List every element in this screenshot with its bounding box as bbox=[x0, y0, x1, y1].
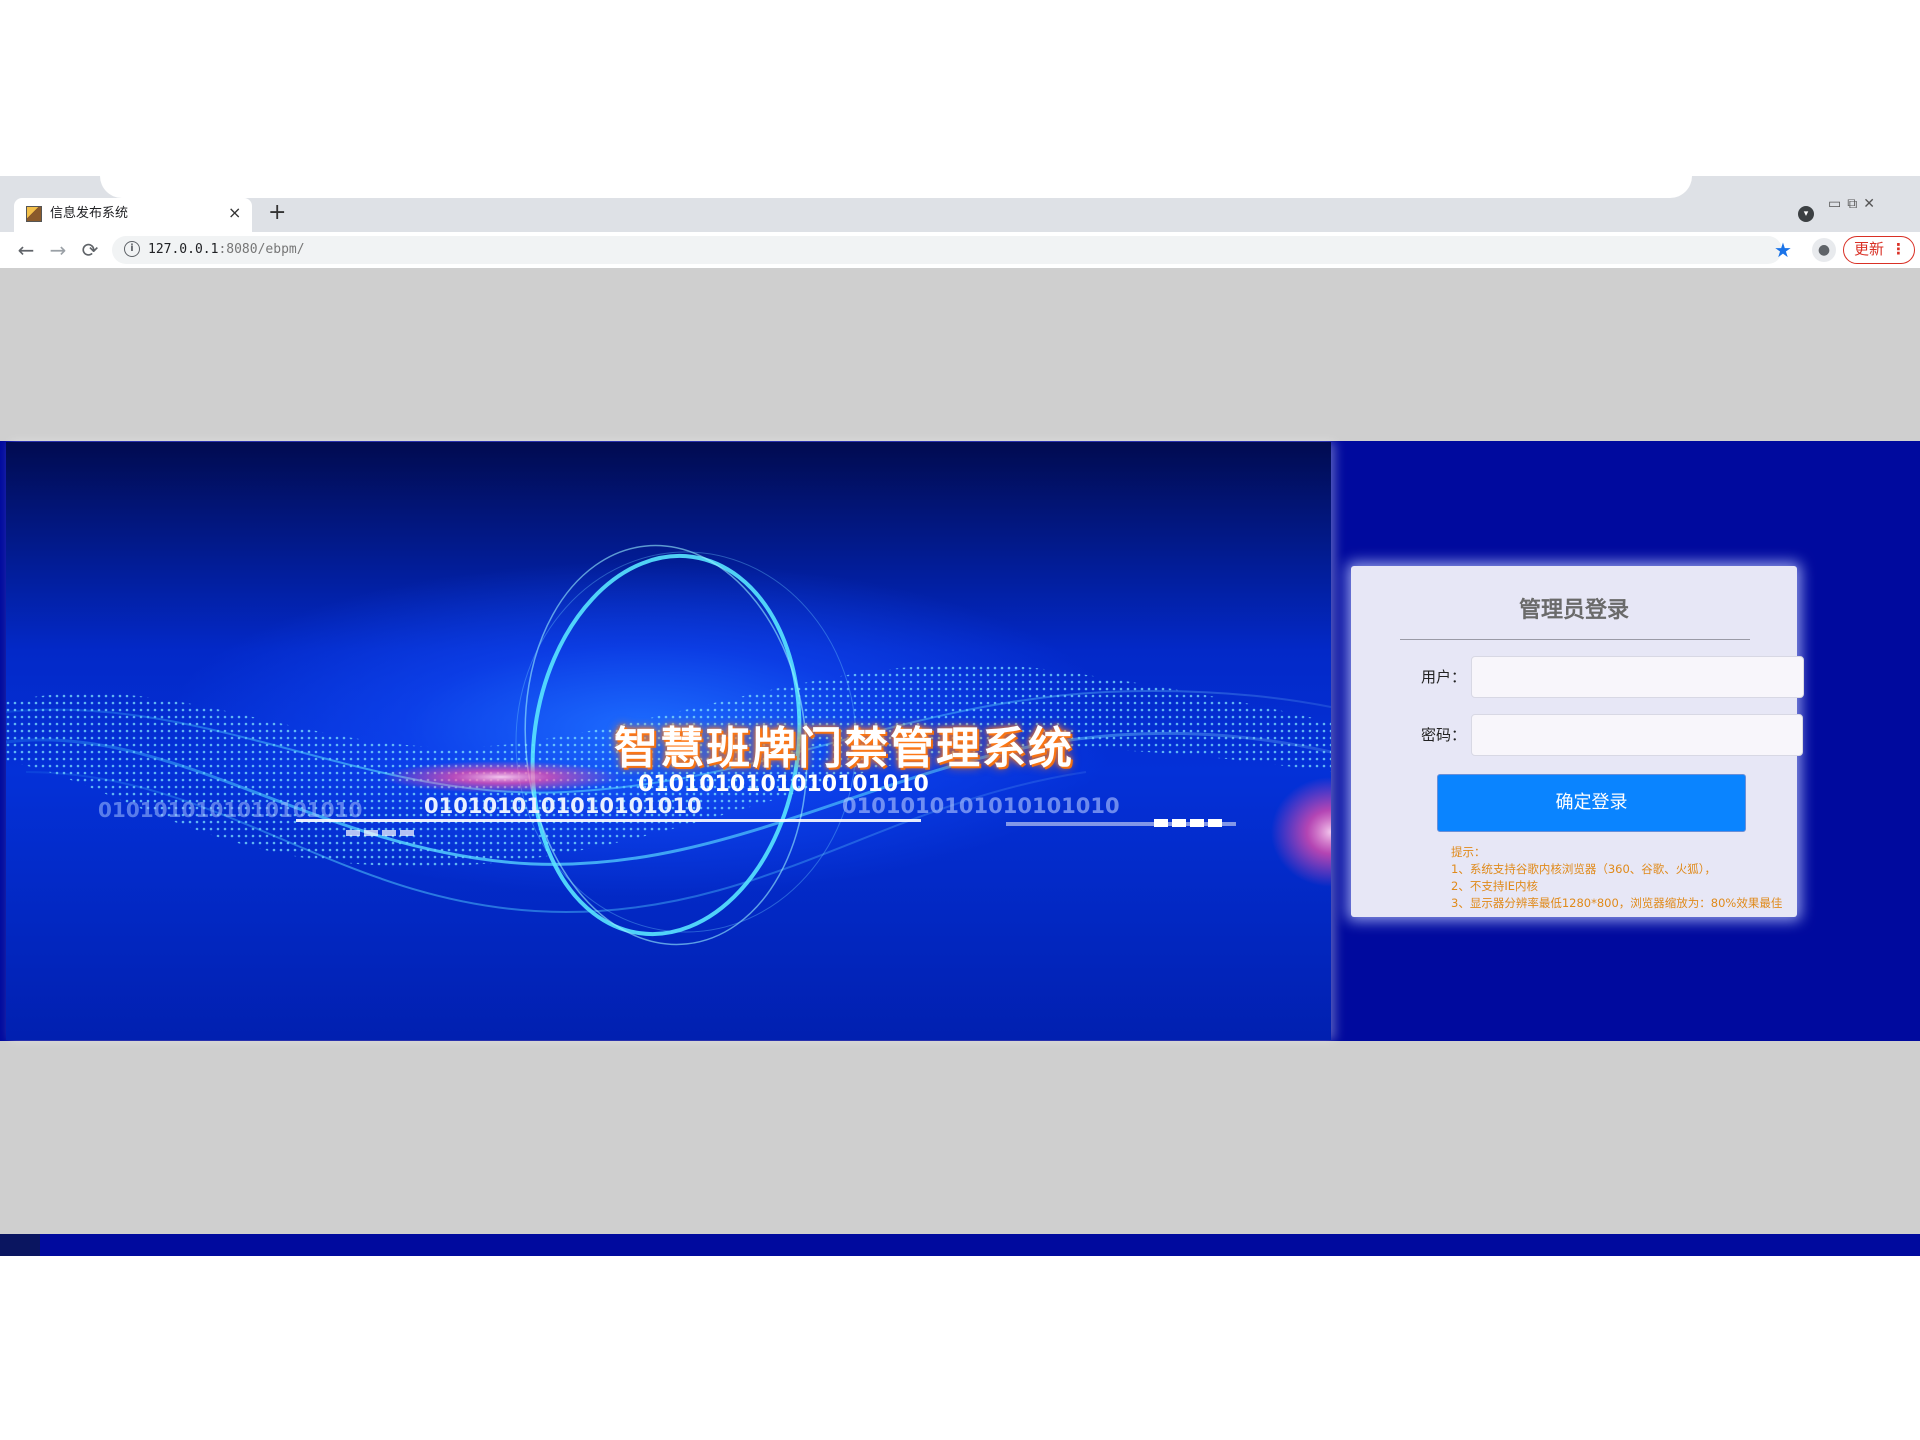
tip-line: 2、不支持IE内核 bbox=[1451, 879, 1538, 893]
address-bar[interactable] bbox=[112, 236, 1782, 264]
hero-binary-text: 0101010101010101010 bbox=[842, 794, 1120, 818]
password-label: 密码： bbox=[1421, 726, 1467, 744]
tip-line: 1、系统支持谷歌内核浏览器（360、谷歌、火狐）， bbox=[1451, 862, 1717, 876]
window-top-highlight bbox=[100, 176, 1692, 198]
username-input[interactable] bbox=[1471, 656, 1804, 698]
login-button[interactable]: 确定登录 bbox=[1437, 774, 1746, 832]
forward-arrow-icon[interactable]: → bbox=[44, 236, 72, 264]
hero-title: 智慧班牌门禁管理系统 bbox=[614, 723, 1074, 774]
back-arrow-icon[interactable]: ← bbox=[12, 236, 40, 264]
hero-image: 智慧班牌门禁管理系统 0101010101010101010 010101010… bbox=[6, 442, 1331, 1040]
login-tips: 提示： 1、系统支持谷歌内核浏览器（360、谷歌、火狐）， 2、不支持IE内核 … bbox=[1451, 844, 1782, 912]
plus-icon[interactable]: + bbox=[268, 201, 286, 225]
update-label: 更新 bbox=[1854, 240, 1885, 258]
profile-icon[interactable]: ● bbox=[1812, 238, 1836, 262]
kebab-menu-icon[interactable]: ⋮ bbox=[1891, 237, 1906, 262]
tip-line: 3、显示器分辨率最低1280*800，浏览器缩放为：80%效果最佳 bbox=[1451, 896, 1783, 910]
favicon-icon bbox=[26, 206, 42, 222]
info-icon[interactable]: i bbox=[124, 241, 140, 257]
url-host: 127.0.0.1 bbox=[148, 242, 219, 257]
url-text[interactable]: 127.0.0.1:8080/ebpm/ bbox=[148, 241, 305, 259]
page-bottom-corner bbox=[0, 1234, 40, 1256]
window-controls[interactable]: ▭⧉✕ bbox=[1828, 196, 1881, 212]
tab-strip bbox=[0, 198, 1920, 232]
tip-line: 提示： bbox=[1451, 845, 1486, 859]
page-bottom-band bbox=[0, 1234, 1920, 1256]
close-icon[interactable]: × bbox=[228, 204, 241, 222]
username-label: 用户： bbox=[1421, 668, 1467, 686]
title-divider bbox=[1400, 639, 1750, 640]
update-button[interactable]: 更新 ⋮ bbox=[1843, 236, 1915, 264]
reload-icon[interactable]: ⟳ bbox=[76, 236, 104, 264]
tab-title: 信息发布系统 bbox=[50, 206, 129, 221]
login-title: 管理员登录 bbox=[1518, 598, 1629, 623]
hero-binary-text: 0101010101010101010 bbox=[98, 798, 363, 822]
password-input[interactable] bbox=[1471, 714, 1803, 756]
tab-search-icon[interactable]: ▾ bbox=[1798, 206, 1814, 222]
login-card: 管理员登录 用户： 密码： 确定登录 提示： 1、系统支持谷歌内核浏览器（360… bbox=[1351, 566, 1804, 917]
hero-binary-text: 0101010101010101010 bbox=[424, 794, 702, 818]
url-path: :8080/ebpm/ bbox=[218, 242, 305, 257]
star-icon[interactable]: ★ bbox=[1774, 236, 1792, 264]
